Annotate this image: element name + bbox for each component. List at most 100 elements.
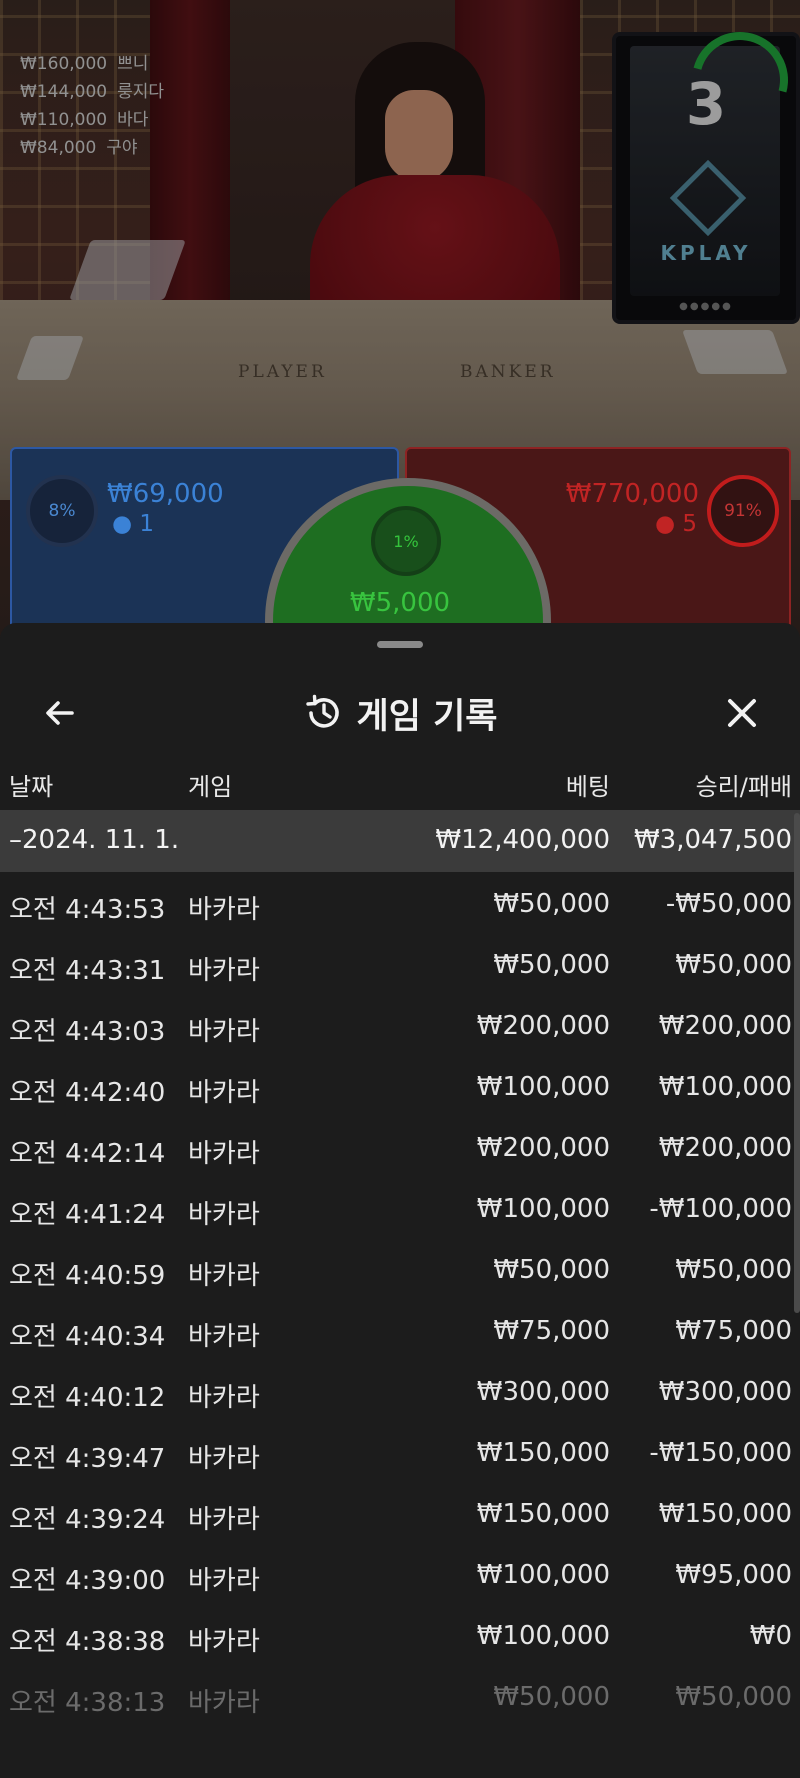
row-bet: ₩50,000 (493, 1682, 610, 1712)
row-result: -₩100,000 (649, 1194, 792, 1224)
table-row[interactable]: 오전 4:40:12 바카라 ₩300,000 ₩300,000 (0, 1360, 800, 1421)
row-bet: ₩100,000 (476, 1072, 610, 1102)
row-game: 바카라 (188, 1383, 260, 1413)
sheet-title: 게임 기록 (356, 696, 498, 737)
row-result: ₩300,000 (658, 1377, 792, 1407)
row-result: -₩150,000 (649, 1438, 792, 1468)
row-bet: ₩100,000 (476, 1194, 610, 1224)
row-bet: ₩150,000 (476, 1499, 610, 1529)
table-row[interactable]: 오전 4:42:40 바카라 ₩100,000 ₩100,000 (0, 1055, 800, 1116)
table-row[interactable]: 오전 4:42:14 바카라 ₩200,000 ₩200,000 (0, 1116, 800, 1177)
tie-percent: 1% (393, 531, 419, 551)
row-time: 오전 4:42:40 (9, 1078, 166, 1108)
row-bet: ₩50,000 (493, 889, 610, 919)
row-time: 오전 4:43:03 (9, 1017, 166, 1047)
tie-percent-ring: 1% (371, 506, 441, 576)
tie-bet-amount: ₩5,000 (349, 588, 451, 618)
row-result: ₩150,000 (658, 1499, 792, 1529)
row-bet: ₩150,000 (476, 1438, 610, 1468)
back-button[interactable] (32, 685, 88, 741)
column-header-result[interactable]: 승리/패배 (696, 767, 792, 802)
column-header-date[interactable]: 날짜 (9, 767, 53, 802)
person-icon: ● (654, 511, 676, 537)
row-time: 오전 4:39:24 (9, 1505, 166, 1535)
row-bet: ₩50,000 (493, 1255, 610, 1285)
row-time: 오전 4:39:47 (9, 1444, 166, 1474)
table-row[interactable]: 오전 4:39:47 바카라 ₩150,000 -₩150,000 (0, 1421, 800, 1482)
sheet-title-group: 게임 기록 (0, 665, 800, 761)
column-header-bet[interactable]: 베팅 (566, 767, 610, 802)
row-time: 오전 4:42:14 (9, 1139, 166, 1169)
row-game: 바카라 (188, 895, 260, 925)
table-row[interactable]: 오전 4:38:13 바카라 ₩50,000 ₩50,000 (0, 1665, 800, 1726)
row-game: 바카라 (188, 1200, 260, 1230)
banker-bet-amount: ₩770,000 (565, 479, 699, 509)
sheet-drag-handle[interactable] (377, 641, 423, 648)
game-history-sheet: 게임 기록 날짜 게임 베팅 승리/패배 –2024. 11. 1. ₩12,4… (0, 623, 800, 1778)
table-row[interactable]: 오전 4:39:24 바카라 ₩150,000 ₩150,000 (0, 1482, 800, 1543)
row-time: 오전 4:38:13 (9, 1688, 166, 1718)
history-clock-icon (305, 694, 339, 728)
arrow-left-icon (46, 701, 74, 725)
row-time: 오전 4:40:12 (9, 1383, 166, 1413)
sheet-header: 게임 기록 (0, 665, 800, 761)
row-result: ₩95,000 (675, 1560, 792, 1590)
row-bet: ₩100,000 (476, 1621, 610, 1651)
row-game: 바카라 (188, 1566, 260, 1596)
row-time: 오전 4:41:24 (9, 1200, 166, 1230)
player-percent-ring: 8% (26, 475, 98, 547)
day-group-bet-total: ₩12,400,000 (435, 825, 610, 855)
row-result: ₩75,000 (675, 1316, 792, 1346)
row-result: ₩50,000 (675, 1255, 792, 1285)
row-game: 바카라 (188, 1688, 260, 1718)
player-percent: 8% (48, 501, 76, 521)
table-row[interactable]: 오전 4:43:53 바카라 ₩50,000 -₩50,000 (0, 872, 800, 933)
row-result: ₩100,000 (658, 1072, 792, 1102)
row-bet: ₩300,000 (476, 1377, 610, 1407)
history-table-body: –2024. 11. 1. ₩12,400,000 ₩3,047,500 오전 … (0, 810, 800, 1726)
column-header-game[interactable]: 게임 (188, 767, 232, 802)
row-time: 오전 4:38:38 (9, 1627, 166, 1657)
row-result: ₩50,000 (675, 1682, 792, 1712)
history-table-header: 날짜 게임 베팅 승리/패배 (0, 761, 800, 811)
banker-count-value: 5 (682, 511, 697, 537)
table-row[interactable]: 오전 4:39:00 바카라 ₩100,000 ₩95,000 (0, 1543, 800, 1604)
row-game: 바카라 (188, 956, 260, 986)
table-row[interactable]: 오전 4:40:59 바카라 ₩50,000 ₩50,000 (0, 1238, 800, 1299)
row-game: 바카라 (188, 1627, 260, 1657)
row-time: 오전 4:43:53 (9, 895, 166, 925)
row-game: 바카라 (188, 1444, 260, 1474)
row-bet: ₩200,000 (476, 1133, 610, 1163)
row-bet: ₩100,000 (476, 1560, 610, 1590)
row-result: -₩50,000 (665, 889, 792, 919)
row-time: 오전 4:40:34 (9, 1322, 166, 1352)
row-time: 오전 4:43:31 (9, 956, 166, 986)
table-row[interactable]: 오전 4:43:03 바카라 ₩200,000 ₩200,000 (0, 994, 800, 1055)
row-time: 오전 4:39:00 (9, 1566, 166, 1596)
player-bettor-count: ● 1 (112, 511, 154, 537)
player-count-value: 1 (139, 511, 155, 537)
table-row[interactable]: 오전 4:38:38 바카라 ₩100,000 ₩0 (0, 1604, 800, 1665)
row-time: 오전 4:40:59 (9, 1261, 166, 1291)
live-video: PLAYER BANKER ₩160,000 쁘니 ₩144,000 룽지다 ₩11… (0, 0, 800, 640)
day-group-date: –2024. 11. 1. (9, 825, 180, 855)
person-icon: ● (112, 511, 133, 537)
table-row[interactable]: 오전 4:41:24 바카라 ₩100,000 -₩100,000 (0, 1177, 800, 1238)
table-row[interactable]: 오전 4:40:34 바카라 ₩75,000 ₩75,000 (0, 1299, 800, 1360)
row-game: 바카라 (188, 1017, 260, 1047)
row-bet: ₩50,000 (493, 950, 610, 980)
row-bet: ₩75,000 (493, 1316, 610, 1346)
banker-percent: 91% (724, 501, 762, 521)
table-row[interactable]: 오전 4:43:31 바카라 ₩50,000 ₩50,000 (0, 933, 800, 994)
history-scrollbar[interactable] (794, 813, 800, 1313)
banker-bettor-count: ● 5 (655, 511, 697, 537)
row-game: 바카라 (188, 1322, 260, 1352)
row-result: ₩0 (749, 1621, 792, 1651)
day-group-row[interactable]: –2024. 11. 1. ₩12,400,000 ₩3,047,500 (0, 810, 800, 872)
player-bet-amount: ₩69,000 (107, 479, 224, 509)
close-icon (728, 699, 756, 727)
banker-percent-ring: 91% (707, 475, 779, 547)
row-bet: ₩200,000 (476, 1011, 610, 1041)
row-result: ₩50,000 (675, 950, 792, 980)
close-button[interactable] (714, 685, 770, 741)
